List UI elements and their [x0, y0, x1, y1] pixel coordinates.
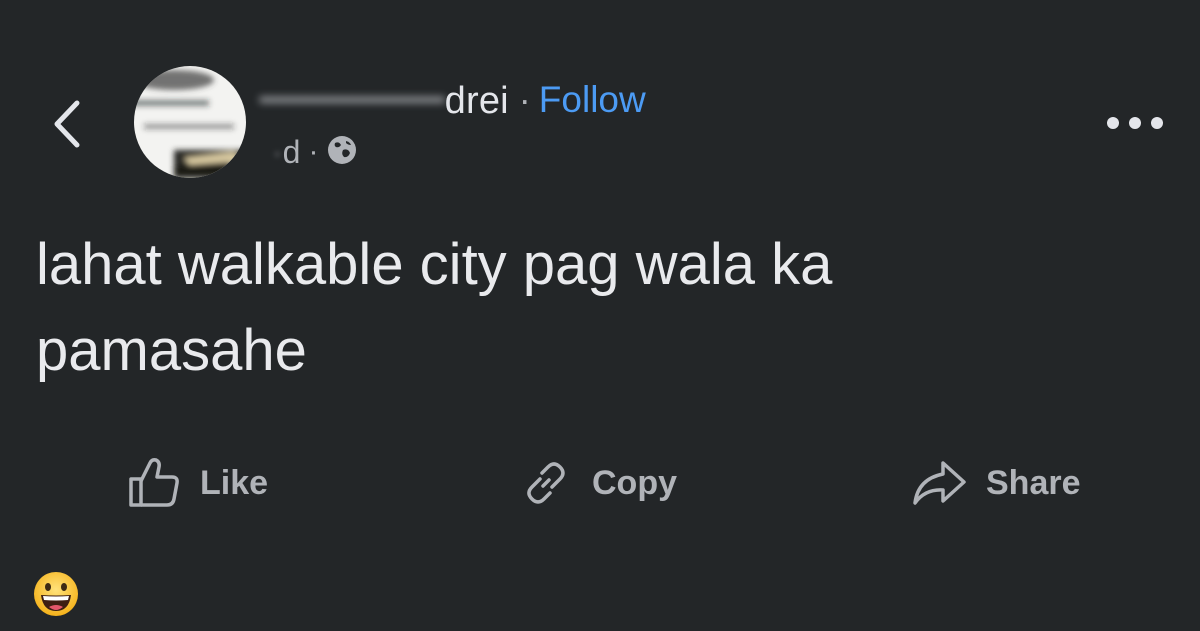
obscured-name: ━━━━━━━━: [260, 79, 445, 122]
share-arrow-icon: [913, 461, 966, 505]
share-button[interactable]: Share: [910, 450, 1081, 516]
more-horizontal-icon: [1107, 117, 1163, 129]
more-options-button[interactable]: [1100, 100, 1170, 146]
post-text: lahat walkable city pag wala ka pamasahe: [36, 222, 1156, 394]
copy-label: Copy: [592, 463, 677, 502]
link-icon: [527, 462, 565, 504]
grinning-face-emoji[interactable]: [32, 570, 80, 618]
like-button[interactable]: Like: [126, 450, 268, 516]
action-bar: Like Copy Share: [0, 450, 1200, 516]
name-separator: ·: [518, 79, 531, 120]
chevron-left-icon: [54, 100, 80, 148]
like-label: Like: [200, 463, 269, 502]
thumbs-up-icon: [129, 458, 179, 507]
avatar[interactable]: [134, 66, 246, 178]
author-row: ━━━━━━━━drei · Follow: [260, 78, 646, 122]
post-text-line-1: lahat walkable city pag wala ka: [36, 232, 833, 297]
copy-button[interactable]: Copy: [518, 450, 677, 516]
meta-separator: ·: [308, 135, 319, 168]
post-text-line-2: pamasahe: [36, 318, 307, 383]
globe-icon: [326, 134, 358, 171]
timestamp[interactable]: ·d: [272, 134, 300, 171]
share-label: Share: [986, 463, 1081, 502]
follow-button[interactable]: Follow: [539, 79, 646, 121]
obscured-time: ·: [272, 133, 283, 170]
back-button[interactable]: [44, 96, 88, 152]
post-meta: ·d ·: [272, 132, 358, 172]
author-name[interactable]: ━━━━━━━━drei: [260, 78, 509, 123]
